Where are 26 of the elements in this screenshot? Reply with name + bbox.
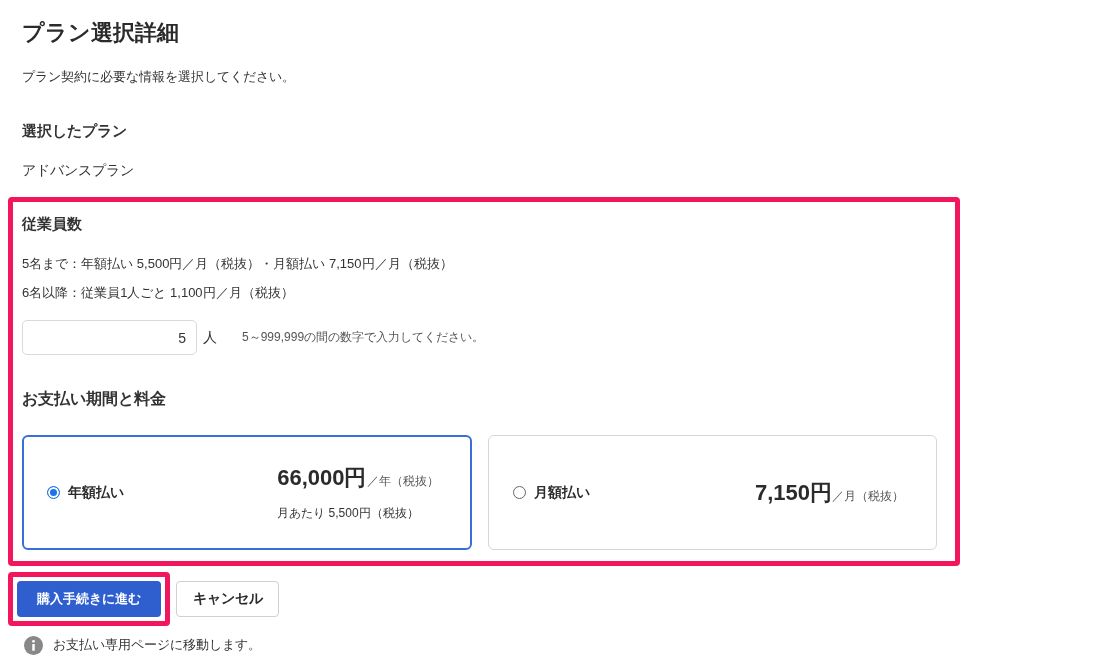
section-heading: お支払い期間と料金 bbox=[22, 389, 166, 409]
cancel-button[interactable]: キャンセル bbox=[176, 581, 279, 617]
pricing-note: 5名まで：年額払い 5,500円／月（税抜）・月額払い 7,150円／月（税抜） bbox=[22, 255, 453, 273]
plan-name: アドバンスプラン bbox=[22, 161, 134, 180]
info-note: お支払い専用ページに移動します。 bbox=[53, 636, 261, 654]
info-icon bbox=[24, 635, 43, 655]
price-amount: 7,150円 bbox=[754, 478, 832, 507]
price-amount: 66,000円 bbox=[277, 464, 367, 492]
page-title: プラン選択詳細 bbox=[22, 19, 179, 47]
price-period: ／年（税抜） bbox=[366, 473, 439, 490]
page-description: プラン契約に必要な情報を選択してください。 bbox=[22, 68, 295, 86]
employee-count-input[interactable]: 5 bbox=[22, 320, 197, 355]
proceed-button[interactable]: 購入手続きに進む bbox=[17, 581, 161, 617]
option-label: 月額払い bbox=[533, 483, 590, 502]
input-hint: 5～999,999の間の数字で入力してください。 bbox=[242, 329, 485, 346]
payment-option-card[interactable]: 月額払い 7,150円／月（税抜） bbox=[487, 435, 937, 550]
payment-option-card[interactable]: 年額払い 66,000円／年（税抜） 月あたり 5,500円（税抜） bbox=[22, 435, 472, 550]
radio-button[interactable] bbox=[512, 486, 526, 499]
radio-button[interactable] bbox=[47, 486, 60, 499]
pricing-note: 6名以降：従業員1人ごと 1,100円／月（税抜） bbox=[22, 284, 294, 302]
price-period: ／月（税抜） bbox=[832, 488, 904, 503]
section-heading: 選択したプラン bbox=[22, 121, 127, 141]
option-label: 年額払い bbox=[68, 483, 124, 502]
section-heading: 従業員数 bbox=[22, 214, 82, 234]
unit-label: 人 bbox=[203, 328, 217, 347]
monthly-price: 月あたり 5,500円（税抜） bbox=[277, 505, 419, 522]
